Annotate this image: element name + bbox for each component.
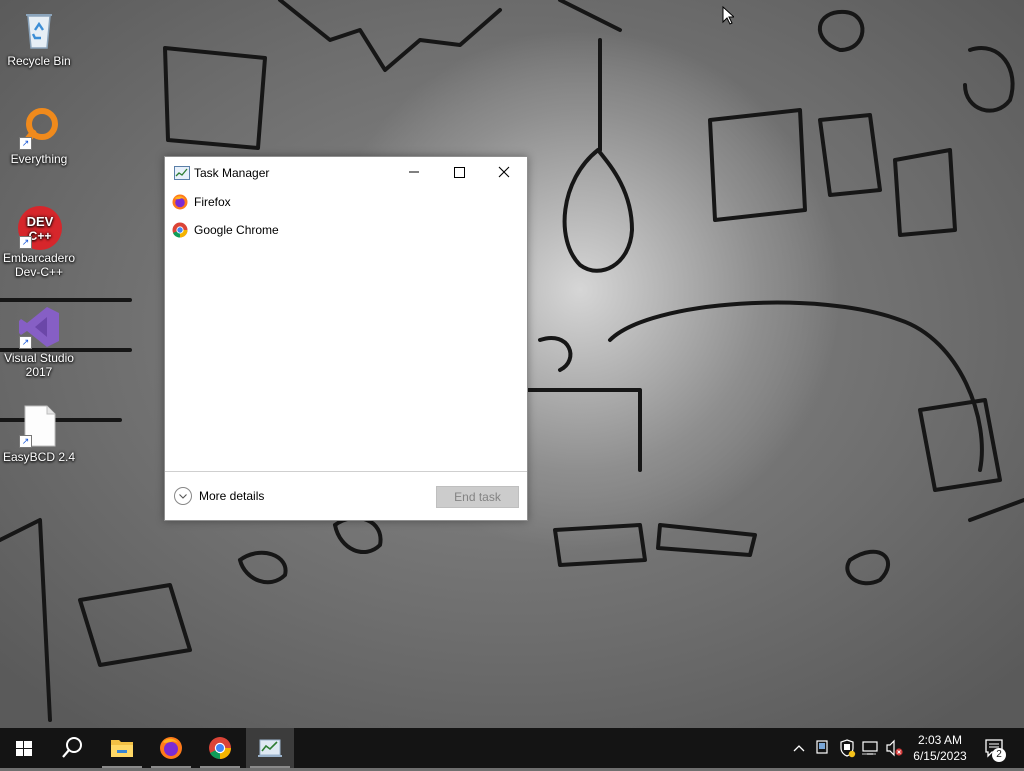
mouse-cursor-icon <box>722 6 734 25</box>
taskbar: 2:03 AM 6/15/2023 2 <box>0 728 1024 768</box>
everything-search-icon: ↗ <box>17 106 61 150</box>
end-task-button[interactable]: End task <box>436 486 519 508</box>
file-explorer-icon <box>111 740 133 757</box>
visual-studio-icon: ↗ <box>17 305 61 349</box>
minimize-button[interactable] <box>391 157 436 187</box>
desktop-icon-label: Everything <box>10 152 68 166</box>
devcpp-icon: DEV C++ ↗ <box>17 205 62 250</box>
shortcut-arrow-icon: ↗ <box>19 336 32 349</box>
desktop-icon-easybcd[interactable]: ↗ EasyBCD 2.4 <box>0 404 78 464</box>
title-bar[interactable]: Task Manager <box>165 157 527 188</box>
desktop-icon-label: Embarcadero Dev-C++ <box>2 251 76 279</box>
windows-security-icon[interactable] <box>837 728 857 768</box>
desktop-icon-recycle-bin[interactable]: Recycle Bin <box>0 8 78 68</box>
app-list: Firefox Google Chrome <box>165 188 527 244</box>
firefox-icon <box>160 737 182 759</box>
desktop-icon-visual-studio[interactable]: ↗ Visual Studio 2017 <box>0 305 78 379</box>
app-name: Firefox <box>194 195 231 209</box>
svg-text:C++: C++ <box>29 229 52 243</box>
clock-time: 2:03 AM <box>917 733 963 747</box>
close-button[interactable] <box>481 157 526 187</box>
document-icon: ↗ <box>17 404 61 448</box>
shortcut-arrow-icon: ↗ <box>19 435 32 448</box>
desktop-icon-label: EasyBCD 2.4 <box>2 450 76 464</box>
taskbar-chrome[interactable] <box>196 728 244 768</box>
firefox-icon <box>172 194 188 210</box>
chrome-icon <box>209 737 231 760</box>
svg-text:DEV: DEV <box>27 214 54 229</box>
window-title: Task Manager <box>194 166 270 180</box>
start-button[interactable] <box>0 728 48 768</box>
notification-count-badge: 2 <box>992 748 1006 762</box>
recycle-bin-icon <box>17 8 61 52</box>
taskbar-firefox[interactable] <box>147 728 195 768</box>
taskbar-clock[interactable]: 2:03 AM 6/15/2023 <box>905 732 975 764</box>
window-footer: More details End task <box>165 471 527 520</box>
close-icon <box>498 166 510 178</box>
desktop-icon-label: Visual Studio 2017 <box>4 351 74 379</box>
more-details-link[interactable]: More details <box>199 489 264 503</box>
maximize-button[interactable] <box>436 157 481 187</box>
search-button[interactable] <box>48 728 96 768</box>
desktop-icon-everything[interactable]: ↗ Everything <box>0 106 78 166</box>
app-name: Google Chrome <box>194 223 279 237</box>
taskbar-task-manager[interactable] <box>246 728 294 768</box>
maximize-icon <box>454 167 465 178</box>
desktop-icon-label: Recycle Bin <box>7 54 71 68</box>
network-icon[interactable] <box>860 728 882 768</box>
shortcut-arrow-icon: ↗ <box>19 236 32 249</box>
chevron-up-icon[interactable] <box>790 728 808 768</box>
chrome-icon <box>172 222 188 238</box>
task-manager-icon <box>258 739 282 757</box>
minimize-icon <box>409 171 419 173</box>
app-row-firefox[interactable]: Firefox <box>165 188 527 216</box>
taskbar-file-explorer[interactable] <box>98 728 146 768</box>
task-manager-icon <box>174 166 190 180</box>
chevron-down-icon[interactable] <box>174 487 192 505</box>
desktop-icon-devcpp[interactable]: DEV C++ ↗ Embarcadero Dev-C++ <box>0 205 78 279</box>
windows-start-icon <box>16 741 32 756</box>
search-icon <box>62 737 82 758</box>
tray-app-icon[interactable] <box>813 728 831 768</box>
app-row-chrome[interactable]: Google Chrome <box>165 216 527 244</box>
shortcut-arrow-icon: ↗ <box>19 137 32 150</box>
task-manager-window[interactable]: Task Manager Firefox Google Chrome More … <box>164 156 528 521</box>
clock-date: 6/15/2023 <box>913 749 967 763</box>
speaker-muted-icon[interactable] <box>884 728 906 768</box>
